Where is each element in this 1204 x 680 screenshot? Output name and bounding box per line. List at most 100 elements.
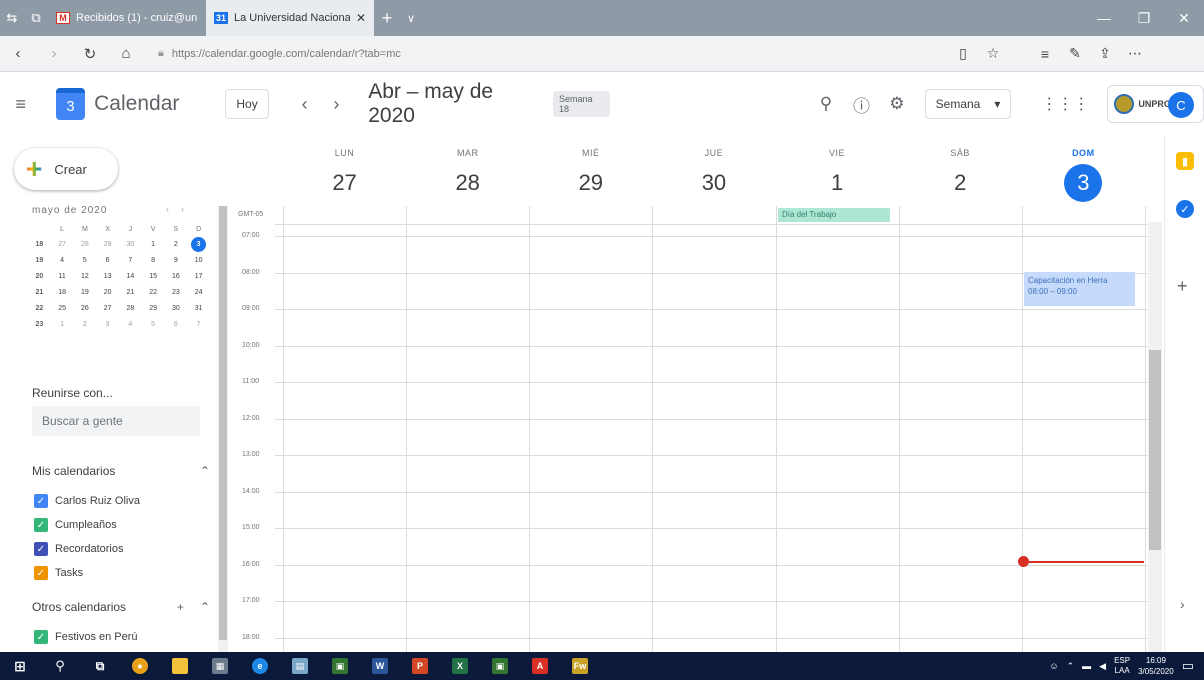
reading-view-icon[interactable]: ▯ xyxy=(948,45,978,62)
mini-calendar-day[interactable]: 12 xyxy=(74,268,97,284)
keep-icon[interactable]: ▮ xyxy=(1176,152,1194,170)
mini-calendar-day[interactable]: 3 xyxy=(96,316,119,332)
volume-icon[interactable]: ◀ xyxy=(1099,661,1106,672)
mini-calendar-day[interactable]: 31 xyxy=(187,300,210,316)
mini-calendar-day[interactable]: 30 xyxy=(165,300,188,316)
mini-calendar-day[interactable]: 6 xyxy=(165,316,188,332)
network-icon[interactable]: ▬ xyxy=(1082,661,1091,671)
day-header[interactable]: LUN 27 xyxy=(283,140,406,206)
search-people-input[interactable]: Buscar a gente xyxy=(32,406,200,436)
home-icon[interactable]: ⌂ xyxy=(108,45,144,62)
all-day-event[interactable]: Día del Trabajo xyxy=(778,208,890,222)
create-button[interactable]: + Crear xyxy=(14,148,118,190)
previous-week-icon[interactable]: ‹ xyxy=(297,94,313,115)
add-calendar-plus-icon[interactable]: + xyxy=(177,600,184,614)
mini-calendar-day[interactable]: 26 xyxy=(74,300,97,316)
back-icon[interactable]: ‹ xyxy=(0,45,36,62)
mini-calendar-day[interactable]: 20 xyxy=(96,284,119,300)
mini-calendar-day[interactable]: 4 xyxy=(51,252,74,268)
mini-calendar-day[interactable]: 4 xyxy=(119,316,142,332)
mini-calendar-day[interactable]: 5 xyxy=(142,316,165,332)
mini-calendar-day[interactable]: 16 xyxy=(165,268,188,284)
selected-day[interactable]: 3 xyxy=(191,236,207,252)
calendar-item[interactable]: ✓ Cumpleaños xyxy=(34,518,117,532)
mini-calendar-day[interactable]: 17 xyxy=(187,268,210,284)
collapse-chevron-icon[interactable]: ⌃ xyxy=(200,600,210,614)
next-week-icon[interactable]: › xyxy=(328,94,344,115)
day-date[interactable]: 2 xyxy=(899,164,1022,202)
grid-scrollbar[interactable] xyxy=(1148,222,1162,652)
mini-calendar-day[interactable]: 3 xyxy=(187,236,210,252)
favorites-bar-icon[interactable]: ≡ xyxy=(1030,46,1060,62)
app-icon[interactable]: ▤ xyxy=(280,652,320,680)
mini-calendar-nav[interactable]: ‹› xyxy=(166,204,196,214)
mini-calendar-day[interactable]: 28 xyxy=(74,236,97,252)
excel-icon[interactable]: X xyxy=(440,652,480,680)
input-language[interactable]: ESP LAA xyxy=(1114,656,1130,676)
day-header[interactable]: MAR 28 xyxy=(406,140,529,206)
refresh-icon[interactable]: ↻ xyxy=(72,45,108,63)
expand-panel-chevron-icon[interactable]: › xyxy=(1180,596,1185,612)
minimize-icon[interactable]: — xyxy=(1084,0,1124,36)
checkbox-checked-icon[interactable]: ✓ xyxy=(34,566,48,580)
mini-calendar-day[interactable]: 22 xyxy=(142,284,165,300)
day-date[interactable]: 1 xyxy=(776,164,899,202)
mini-calendar-day[interactable]: 14 xyxy=(119,268,142,284)
day-header[interactable]: VIE 1 xyxy=(776,140,899,206)
browser-tab-gmail[interactable]: M Recibidos (1) - cruiz@unprg xyxy=(48,0,206,36)
scrollbar-thumb[interactable] xyxy=(1149,350,1161,550)
settings-gear-icon[interactable]: ⚙ xyxy=(879,94,914,114)
mini-calendar-day[interactable]: 6 xyxy=(96,252,119,268)
show-hidden-icons-icon[interactable]: ⌃ xyxy=(1067,661,1075,672)
calendar-item[interactable]: ✓ Festivos en Perú xyxy=(34,630,138,644)
mini-calendar-day[interactable]: 2 xyxy=(74,316,97,332)
more-icon[interactable]: ⋯ xyxy=(1120,45,1150,62)
account-avatar[interactable]: C xyxy=(1168,92,1194,118)
mini-calendar-day[interactable]: 29 xyxy=(142,300,165,316)
system-clock[interactable]: 16:09 3/05/2020 xyxy=(1138,655,1174,677)
calendar-item[interactable]: ✓ Carlos Ruiz Oliva xyxy=(34,494,140,508)
scrollbar-thumb[interactable] xyxy=(219,206,227,640)
calculator-icon[interactable]: ▦ xyxy=(200,652,240,680)
mini-calendar-day[interactable]: 8 xyxy=(142,252,165,268)
day-header[interactable]: SÁB 2 xyxy=(899,140,1022,206)
day-date-today[interactable]: 3 xyxy=(1022,164,1145,202)
get-addons-plus-icon[interactable]: + xyxy=(1177,276,1188,297)
checkbox-checked-icon[interactable]: ✓ xyxy=(34,494,48,508)
view-selector[interactable]: Semana ▾ xyxy=(924,89,1012,119)
word-icon[interactable]: W xyxy=(360,652,400,680)
mini-calendar-day[interactable]: 1 xyxy=(51,316,74,332)
mini-calendar-day[interactable]: 27 xyxy=(51,236,74,252)
today-date-circle[interactable]: 3 xyxy=(1064,164,1103,202)
mini-calendar-day[interactable]: 13 xyxy=(96,268,119,284)
checkbox-checked-icon[interactable]: ✓ xyxy=(34,542,48,556)
browser-tab-calendar[interactable]: 31 La Universidad Naciona ✕ xyxy=(206,0,374,36)
pen-icon[interactable]: ✎ xyxy=(1060,45,1090,62)
tab-list-chevron-icon[interactable]: ∨ xyxy=(400,0,422,36)
app-icon[interactable]: Fw xyxy=(560,652,600,680)
checkbox-checked-icon[interactable]: ✓ xyxy=(34,630,48,644)
mini-calendar-day[interactable]: 15 xyxy=(142,268,165,284)
edge-icon[interactable]: e xyxy=(240,652,280,680)
close-window-icon[interactable]: ✕ xyxy=(1164,0,1204,36)
project-icon[interactable]: ▣ xyxy=(320,652,360,680)
day-header[interactable]: JUE 30 xyxy=(652,140,775,206)
close-tab-icon[interactable]: ✕ xyxy=(356,11,366,25)
mini-calendar-day[interactable]: 7 xyxy=(187,316,210,332)
restore-icon[interactable]: ❐ xyxy=(1124,0,1164,36)
search-icon[interactable]: ⚲ xyxy=(40,652,80,680)
mini-calendar-day[interactable]: 29 xyxy=(96,236,119,252)
day-date[interactable]: 30 xyxy=(652,164,775,202)
collapse-chevron-icon[interactable]: ⌃ xyxy=(200,464,210,478)
mini-calendar-day[interactable]: 7 xyxy=(119,252,142,268)
week-grid[interactable]: GMT-05 07:00 08:00 09:00 10:00 11:00 12:00 13:… xyxy=(228,206,1148,652)
mini-calendar-day[interactable]: 18 xyxy=(51,284,74,300)
powerpoint-icon[interactable]: P xyxy=(400,652,440,680)
sidebar-scrollbar[interactable] xyxy=(218,206,228,652)
acrobat-icon[interactable]: A xyxy=(520,652,560,680)
calendar-event[interactable]: Capacitación en Herra 08:00 – 09:00 xyxy=(1024,272,1135,306)
help-icon[interactable]: ⓘ xyxy=(844,92,879,117)
day-date[interactable]: 29 xyxy=(529,164,652,202)
day-header[interactable]: MIÉ 29 xyxy=(529,140,652,206)
notifications-icon[interactable]: ▭ xyxy=(1182,658,1194,674)
